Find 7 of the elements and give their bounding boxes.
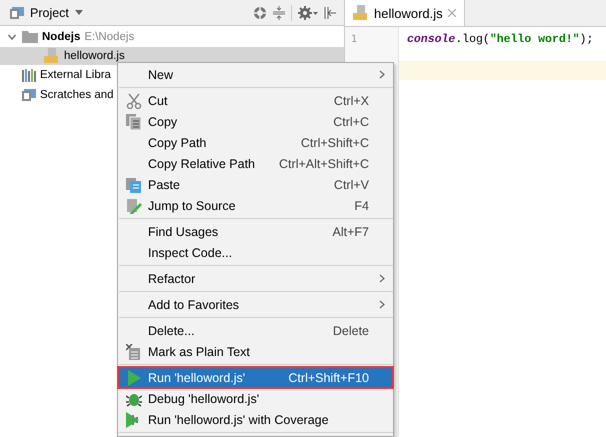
code-line: console.log("hello word!"); <box>406 33 594 48</box>
tree-label: Nodejs <box>42 31 80 43</box>
tree-label: helloword.js <box>64 50 125 62</box>
line-number: 1 <box>350 34 358 47</box>
folder-path: E:\Nodejs <box>84 31 134 43</box>
tree-label: External Libra <box>40 69 111 81</box>
tree-label: Scratches and <box>40 89 114 101</box>
